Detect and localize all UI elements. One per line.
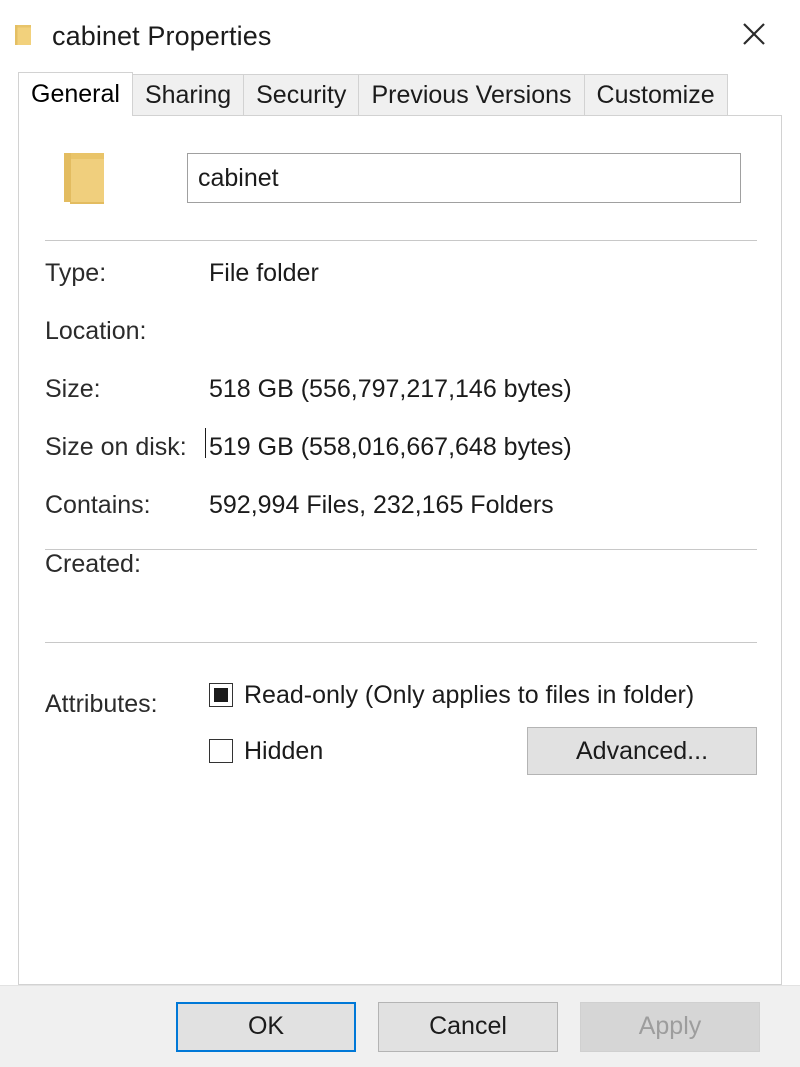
properties-list: Type: File folder Location: Size: 518 GB… bbox=[19, 241, 781, 549]
readonly-checkbox-wrap[interactable]: Read-only (Only applies to files in fold… bbox=[209, 681, 694, 710]
property-value-type: File folder bbox=[209, 259, 319, 287]
tab-previous-versions-label: Previous Versions bbox=[371, 81, 572, 109]
tab-general[interactable]: General bbox=[18, 72, 133, 116]
property-row-size-on-disk: Size on disk: 519 GB (558,016,667,648 by… bbox=[45, 428, 757, 491]
property-label-type: Type: bbox=[45, 259, 107, 287]
attribute-row-readonly: Attributes: Read-only (Only applies to f… bbox=[45, 643, 757, 723]
created-row: Created: bbox=[19, 550, 781, 642]
tab-customize[interactable]: Customize bbox=[583, 74, 728, 116]
attribute-row-hidden: Hidden Advanced... bbox=[45, 723, 757, 779]
folder-name-input[interactable] bbox=[187, 153, 741, 203]
window-title: cabinet Properties bbox=[52, 20, 272, 51]
tab-general-label: General bbox=[31, 80, 120, 108]
hidden-checkbox[interactable] bbox=[209, 739, 233, 763]
tab-strip: General Sharing Security Previous Versio… bbox=[0, 72, 800, 116]
titlebar: cabinet Properties bbox=[0, 0, 800, 72]
property-row-contains: Contains: 592,994 Files, 232,165 Folders bbox=[45, 491, 757, 549]
readonly-checkbox[interactable] bbox=[209, 683, 233, 707]
folder-icon-large bbox=[57, 148, 111, 208]
apply-button: Apply bbox=[580, 1001, 760, 1052]
property-row-location: Location: bbox=[45, 317, 757, 375]
dialog-footer: OK Cancel Apply bbox=[0, 985, 800, 1067]
tab-previous-versions[interactable]: Previous Versions bbox=[358, 74, 585, 116]
property-label-size-on-disk: Size on disk: bbox=[45, 433, 187, 461]
advanced-button[interactable]: Advanced... bbox=[527, 727, 757, 775]
property-row-type: Type: File folder bbox=[45, 241, 757, 317]
tab-customize-label: Customize bbox=[596, 81, 715, 109]
tab-sharing[interactable]: Sharing bbox=[131, 74, 245, 116]
property-label-contains: Contains: bbox=[45, 491, 151, 519]
hidden-checkbox-wrap[interactable]: Hidden bbox=[209, 737, 323, 766]
tab-panel-general: Type: File folder Location: Size: 518 GB… bbox=[18, 115, 782, 985]
attributes-label-spacer bbox=[45, 775, 209, 779]
property-row-size: Size: 518 GB (556,797,217,146 bytes) bbox=[45, 375, 757, 433]
folder-name-row bbox=[19, 116, 781, 212]
property-value-size-on-disk: 519 GB (558,016,667,648 bytes) bbox=[205, 428, 572, 461]
ok-button[interactable]: OK bbox=[176, 1001, 356, 1052]
hidden-checkbox-label: Hidden bbox=[244, 736, 324, 765]
properties-dialog: cabinet Properties General Sharing Secur… bbox=[0, 0, 800, 1067]
attributes-section: Attributes: Read-only (Only applies to f… bbox=[19, 643, 781, 779]
folder-icon bbox=[12, 23, 34, 47]
cancel-button[interactable]: Cancel bbox=[378, 1001, 558, 1052]
property-value-size: 518 GB (556,797,217,146 bytes) bbox=[209, 375, 572, 403]
tab-sharing-label: Sharing bbox=[144, 81, 232, 109]
close-icon[interactable] bbox=[724, 6, 784, 62]
attributes-label: Attributes: bbox=[45, 690, 158, 718]
property-label-location: Location: bbox=[45, 317, 147, 345]
panel-inner: Type: File folder Location: Size: 518 GB… bbox=[19, 116, 781, 984]
readonly-checkbox-label: Read-only (Only applies to files in fold… bbox=[244, 680, 695, 709]
created-label: Created: bbox=[45, 550, 141, 578]
property-value-contains: 592,994 Files, 232,165 Folders bbox=[209, 491, 554, 519]
property-label-size: Size: bbox=[45, 375, 101, 403]
tab-security-label: Security bbox=[256, 81, 347, 109]
tab-security[interactable]: Security bbox=[243, 74, 360, 116]
